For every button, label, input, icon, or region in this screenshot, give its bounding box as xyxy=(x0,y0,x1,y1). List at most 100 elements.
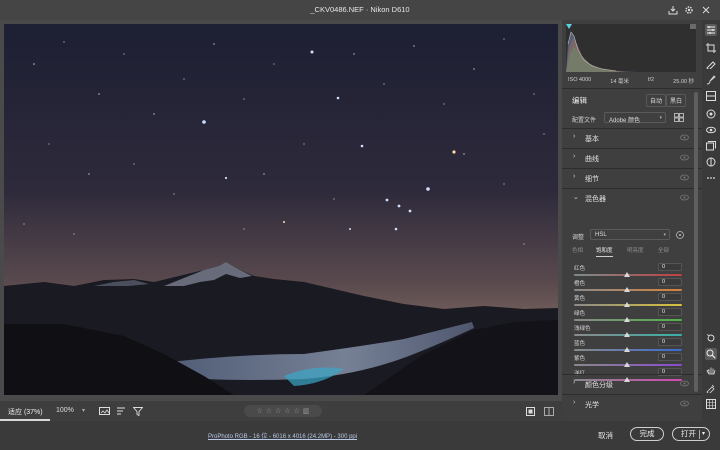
zoom-100-button[interactable]: 100% xyxy=(56,407,74,414)
eye-icon[interactable] xyxy=(680,134,689,141)
open-button[interactable]: 打开 ▾ xyxy=(672,427,710,441)
eye-icon[interactable] xyxy=(680,194,689,201)
grid-icon[interactable] xyxy=(705,398,717,410)
image-canvas[interactable] xyxy=(0,20,562,401)
section-detail[interactable]: › 细节 xyxy=(562,168,702,188)
section-label: 曲线 xyxy=(585,156,599,163)
slider-value-field[interactable]: 0 xyxy=(658,338,682,346)
section-label: 光学 xyxy=(585,402,599,409)
delete-flag-icon[interactable]: ▥ xyxy=(303,407,310,415)
slider-value-field[interactable]: 0 xyxy=(658,353,682,361)
profile-browser-icon[interactable] xyxy=(674,113,684,122)
tab-saturation[interactable]: 饱和度 xyxy=(596,246,613,257)
slider-value-field[interactable]: 0 xyxy=(658,263,682,271)
status-bar: ProPhoto RGB - 16 位 - 6016 x 4016 (24.2M… xyxy=(0,421,720,450)
bottom-toolbar: 适应 (37%) 100% ▾ ☆ ☆ ☆ ☆ ☆ ▥ xyxy=(0,401,562,421)
more-icon[interactable] xyxy=(705,172,717,184)
slider-thumb[interactable] xyxy=(624,332,630,337)
adjust-dropdown[interactable]: HSL ▾ xyxy=(590,229,670,240)
healing-brush-icon[interactable] xyxy=(705,58,717,70)
edit-panel: ISO 4000 14 毫米 f/2 25.00 秒 编辑 自动 黑白 配置文件… xyxy=(562,20,702,421)
section-optics[interactable]: › 光学 xyxy=(562,394,702,414)
linear-gradient-icon[interactable] xyxy=(705,90,717,102)
workflow-options-link[interactable]: ProPhoto RGB - 16 位 - 6016 x 4016 (24.2M… xyxy=(208,431,357,440)
section-mixer[interactable]: ⌄ 混色器 xyxy=(562,188,702,208)
radial-filter-icon[interactable] xyxy=(705,108,717,120)
crop-icon[interactable] xyxy=(705,42,717,54)
star-icon[interactable]: ☆ xyxy=(284,407,290,415)
targeted-adjustment-icon[interactable] xyxy=(675,230,685,240)
eye-icon[interactable] xyxy=(680,154,689,161)
zoom-dropdown-icon[interactable]: ▾ xyxy=(82,407,85,414)
star-icon[interactable]: ☆ xyxy=(256,407,262,415)
shutter-value: 25.00 秒 xyxy=(673,79,694,85)
red-eye-icon[interactable] xyxy=(705,124,717,136)
slider-label: 紫色 xyxy=(574,356,586,362)
filter-icon[interactable] xyxy=(132,405,144,417)
zoom-fit-button[interactable]: 适应 (37%) xyxy=(0,401,50,421)
slider-value-field[interactable]: 0 xyxy=(658,293,682,301)
star-icon[interactable]: ☆ xyxy=(275,407,281,415)
tab-luminance[interactable]: 明亮度 xyxy=(627,246,644,254)
camera-meta: ISO 4000 14 毫米 f/2 25.00 秒 xyxy=(568,77,694,85)
help-icon[interactable] xyxy=(700,4,712,16)
tab-hue[interactable]: 色相 xyxy=(572,246,583,254)
save-icon[interactable] xyxy=(667,4,679,16)
histogram xyxy=(566,24,696,72)
slider-label: 浅绿色 xyxy=(574,326,591,332)
section-label: 混色器 xyxy=(585,196,606,203)
edit-tool-icon[interactable] xyxy=(705,24,717,36)
tab-all[interactable]: 全部 xyxy=(658,246,669,254)
zoom-tool-icon[interactable] xyxy=(705,348,717,360)
chevron-down-icon: ⌄ xyxy=(573,194,579,201)
star-icon[interactable]: ☆ xyxy=(294,407,300,415)
chevron-down-icon: ▾ xyxy=(659,115,662,121)
done-button[interactable]: 完成 xyxy=(630,427,664,441)
star-rating[interactable]: ☆ ☆ ☆ ☆ ☆ ▥ xyxy=(244,405,322,417)
chevron-down-icon: ▾ xyxy=(663,232,666,238)
section-basic[interactable]: › 基本 xyxy=(562,128,702,148)
chevron-right-icon: › xyxy=(573,133,576,140)
eye-icon[interactable] xyxy=(680,400,689,407)
slider-value-field[interactable]: 0 xyxy=(658,323,682,331)
black-white-button[interactable]: 黑白 xyxy=(666,94,687,107)
eye-icon[interactable] xyxy=(680,380,689,387)
slider-thumb[interactable] xyxy=(624,302,630,307)
slider-thumb[interactable] xyxy=(624,347,630,352)
hsl-slider-row: 绿色 0 xyxy=(562,308,702,324)
chevron-right-icon: › xyxy=(573,379,576,386)
tool-strip xyxy=(702,20,720,421)
slider-thumb[interactable] xyxy=(624,362,630,367)
fullscreen-icon[interactable] xyxy=(524,405,536,417)
profile-dropdown[interactable]: Adobe 颜色 ▾ xyxy=(604,112,666,124)
focal-length-value: 14 毫米 xyxy=(610,79,629,85)
panel-scrollbar[interactable] xyxy=(694,92,698,392)
slider-thumb[interactable] xyxy=(624,272,630,277)
chevron-down-icon[interactable]: ▾ xyxy=(702,428,705,440)
section-curve[interactable]: › 曲线 xyxy=(562,148,702,168)
section-label: 基本 xyxy=(585,136,599,143)
hand-tool-icon[interactable] xyxy=(705,364,717,376)
gear-icon[interactable] xyxy=(683,4,695,16)
section-label: 颜色分级 xyxy=(585,382,613,389)
sampler-icon[interactable] xyxy=(705,382,717,394)
presets-icon[interactable] xyxy=(705,156,717,168)
auto-button[interactable]: 自动 xyxy=(646,94,667,107)
panel-title: 编辑 xyxy=(572,96,587,105)
star-icon[interactable]: ☆ xyxy=(266,407,272,415)
slider-value-field[interactable]: 0 xyxy=(658,278,682,286)
slider-value-field[interactable]: 0 xyxy=(658,308,682,316)
slider-thumb[interactable] xyxy=(624,287,630,292)
slider-label: 黄色 xyxy=(574,296,586,302)
before-after-icon[interactable] xyxy=(543,405,555,417)
snapshots-icon[interactable] xyxy=(705,140,717,152)
slider-thumb[interactable] xyxy=(624,317,630,322)
cancel-button[interactable]: 取消 xyxy=(592,428,619,443)
sort-icon[interactable] xyxy=(115,405,127,417)
slider-label: 蓝色 xyxy=(574,341,586,347)
rotate-icon[interactable] xyxy=(705,332,717,344)
brush-icon[interactable] xyxy=(705,74,717,86)
eye-icon[interactable] xyxy=(680,174,689,181)
compare-view-icon[interactable] xyxy=(98,405,110,417)
section-color-grading[interactable]: › 颜色分级 xyxy=(562,374,702,394)
